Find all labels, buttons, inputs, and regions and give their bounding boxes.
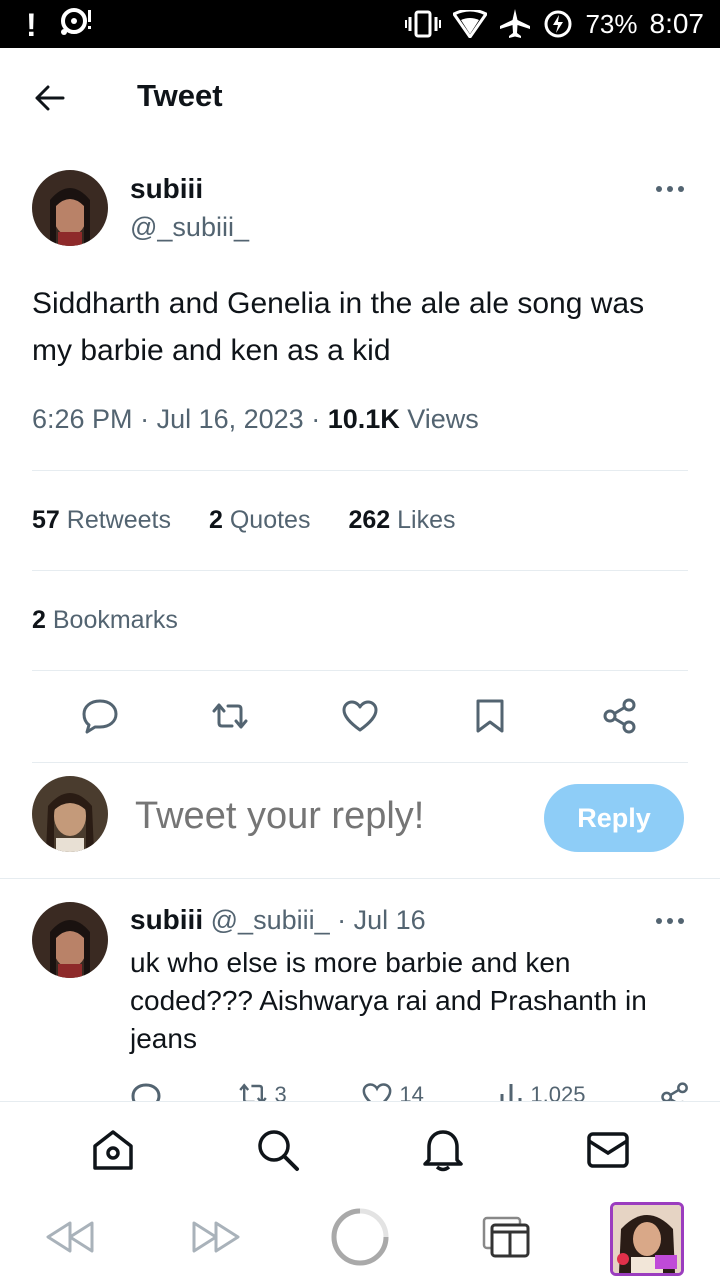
reply-retweet-button[interactable]: 3	[237, 1082, 287, 1102]
heart-icon	[362, 1083, 392, 1102]
reply-retweet-count: 3	[274, 1082, 287, 1102]
nav-notifications-button[interactable]	[413, 1120, 473, 1180]
retweet-action-button[interactable]	[210, 696, 250, 736]
tweet-time[interactable]: 6:26 PM	[32, 404, 133, 434]
rewind-button[interactable]	[40, 1207, 100, 1267]
vibrate-icon	[405, 9, 442, 39]
reply-separator: ·	[337, 905, 347, 935]
share-icon	[661, 1082, 688, 1102]
tweet-date[interactable]: Jul 16, 2023	[157, 404, 304, 434]
tweet-text: Siddharth and Genelia in the ale ale son…	[32, 287, 645, 367]
current-user-avatar[interactable]	[32, 776, 108, 852]
reply-action-button[interactable]	[80, 696, 120, 736]
divider	[0, 878, 720, 879]
reply-views-button[interactable]: 1,025	[498, 1082, 585, 1102]
bottom-navigation	[0, 1101, 720, 1197]
media-icon	[59, 6, 93, 44]
bookmarks-stat[interactable]: 2 Bookmarks	[32, 606, 178, 635]
clock-time: 8:07	[649, 8, 705, 39]
page-title: Tweet	[137, 78, 223, 113]
reply-author-handle[interactable]: @_subiii_	[211, 905, 330, 935]
nav-search-button[interactable]	[248, 1120, 308, 1180]
tabs-button[interactable]	[476, 1207, 536, 1267]
reply-button[interactable]: Reply	[544, 784, 684, 852]
reply-author-name[interactable]: subiii	[130, 904, 203, 935]
reply-date[interactable]: Jul 16	[354, 905, 426, 935]
status-bar: ! 73% 8:07	[0, 0, 720, 48]
more-horizontal-icon	[656, 186, 684, 192]
reply-text: uk who else is more barbie and ken coded…	[130, 947, 647, 1054]
heart-icon	[342, 700, 378, 732]
divider	[32, 670, 688, 671]
retweet-icon	[212, 703, 248, 729]
reply-input[interactable]	[135, 795, 515, 838]
reply-like-count: 14	[399, 1082, 424, 1102]
tweet-meta: 6:26 PM · Jul 16, 2023 · 10.1K Views	[32, 404, 479, 434]
share-action-button[interactable]	[600, 696, 640, 736]
search-icon	[257, 1129, 299, 1171]
views-label: Views	[407, 404, 479, 434]
comment-icon	[82, 699, 118, 734]
wifi-icon	[453, 10, 488, 38]
author-handle[interactable]: @_subiii_	[130, 212, 249, 243]
tabs-icon	[482, 1216, 530, 1258]
fast-forward-button[interactable]	[186, 1207, 246, 1267]
more-horizontal-icon	[656, 918, 684, 924]
messages-icon	[586, 1131, 629, 1168]
alert-icon: !	[26, 6, 37, 43]
airplane-icon	[499, 8, 531, 40]
author-name[interactable]: subiii	[130, 173, 203, 205]
battery-charging-icon	[543, 9, 573, 39]
notifications-icon	[422, 1129, 463, 1171]
comment-icon	[131, 1083, 161, 1102]
reply-share-button[interactable]	[660, 1082, 690, 1102]
more-options-button[interactable]	[650, 177, 690, 201]
back-button[interactable]	[28, 78, 72, 118]
likes-stat[interactable]: 262 Likes	[348, 506, 455, 535]
rewind-icon	[46, 1221, 94, 1253]
top-app-bar: Tweet	[0, 48, 720, 148]
reply-header: subiii @_subiii_ · Jul 16	[130, 904, 426, 936]
reply-views-count: 1,025	[530, 1082, 586, 1102]
engagement-stats: 57 Retweets 2 Quotes 262 Likes	[32, 506, 456, 535]
loading-icon	[331, 1208, 389, 1266]
fast-forward-icon	[192, 1221, 240, 1253]
divider	[32, 762, 688, 763]
bookmark-action-button[interactable]	[470, 696, 510, 736]
divider	[32, 470, 688, 471]
quotes-stat[interactable]: 2 Quotes	[209, 506, 310, 535]
reply-more-options-button[interactable]	[650, 909, 690, 933]
arrow-left-icon	[35, 85, 65, 111]
battery-percent: 73%	[585, 8, 638, 39]
profile-thumbnail[interactable]	[610, 1202, 684, 1276]
reply-like-button[interactable]: 14	[361, 1082, 424, 1102]
nav-home-button[interactable]	[83, 1120, 143, 1180]
reply-author-avatar[interactable]	[32, 902, 108, 978]
browser-toolbar	[0, 1197, 720, 1280]
retweets-stat[interactable]: 57 Retweets	[32, 506, 171, 535]
nav-messages-button[interactable]	[578, 1120, 638, 1180]
bookmark-icon	[476, 699, 504, 733]
loading-button[interactable]	[330, 1207, 390, 1267]
views-count: 10.1K	[327, 404, 400, 434]
tweet-action-bar	[32, 690, 688, 746]
divider	[32, 570, 688, 571]
retweet-icon	[238, 1083, 267, 1102]
reply-comment-button[interactable]	[130, 1082, 162, 1102]
reply-action-bar: 3 14 1,025	[130, 1082, 690, 1102]
like-action-button[interactable]	[340, 696, 380, 736]
analytics-icon	[500, 1084, 522, 1102]
share-icon	[603, 698, 636, 734]
home-icon	[92, 1129, 133, 1170]
author-avatar[interactable]	[32, 170, 108, 246]
